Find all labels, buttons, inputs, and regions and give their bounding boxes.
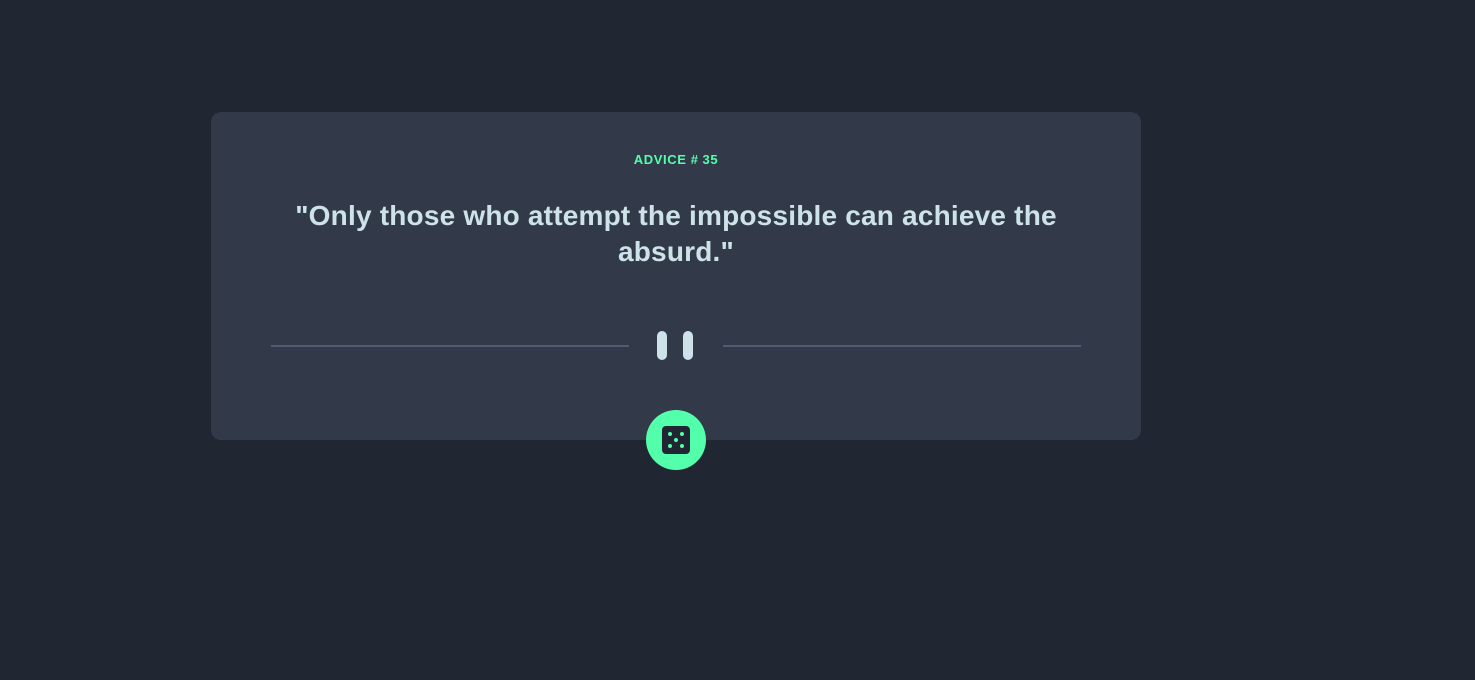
divider-line-right bbox=[723, 345, 1081, 347]
new-advice-button[interactable] bbox=[646, 410, 706, 470]
dice-icon bbox=[662, 426, 690, 454]
advice-card: ADVICE #35 "Only those who attempt the i… bbox=[211, 112, 1141, 440]
advice-id-label: ADVICE #35 bbox=[211, 152, 1141, 167]
advice-label-text: ADVICE # bbox=[633, 152, 699, 167]
advice-number: 35 bbox=[702, 152, 719, 167]
advice-quote: "Only those who attempt the impossible c… bbox=[295, 200, 1057, 267]
divider-line-left bbox=[271, 345, 629, 347]
pattern-divider bbox=[271, 331, 1081, 361]
pause-icon bbox=[657, 331, 695, 361]
